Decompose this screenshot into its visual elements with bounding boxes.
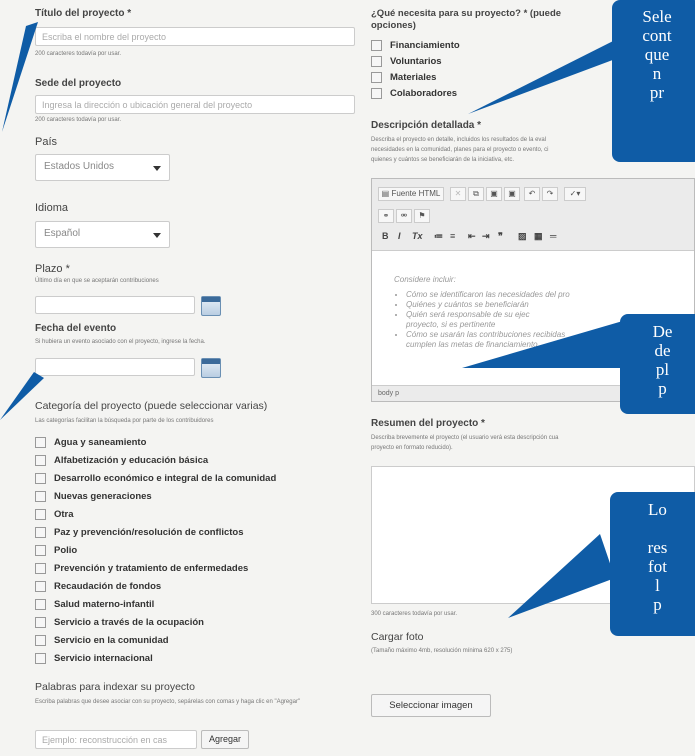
left-top-pointer (2, 22, 38, 132)
bottom-callout-pointer (508, 534, 615, 618)
callout-line: p (653, 595, 662, 614)
callout-line: pl (655, 360, 670, 379)
callout-text: Sele cont que n pr (612, 7, 695, 102)
callout-line: pr (649, 83, 665, 102)
callout-line: n (652, 64, 662, 83)
callout-line: que (644, 45, 670, 64)
bottom-callout: Lo res fot l p (610, 492, 695, 636)
callout-line: De (652, 322, 673, 341)
callout-line: res (647, 538, 668, 557)
callout-text: De de pl p (620, 322, 695, 398)
callout-line: fot (648, 557, 667, 576)
callout-text: Lo res fot l p (610, 500, 695, 614)
callout-line (610, 519, 695, 538)
callout-line: Sele (642, 7, 672, 26)
callout-line: de (654, 341, 671, 360)
callout-line: p (658, 379, 667, 398)
middle-callout: De de pl p (620, 314, 695, 414)
top-callout: Sele cont que n pr (612, 0, 695, 162)
callout-line: Lo (648, 500, 667, 519)
callout-pointers (0, 20, 655, 618)
left-bottom-pointer (0, 372, 44, 420)
callout-line: cont (642, 26, 672, 45)
middle-callout-pointer (462, 316, 640, 368)
callout-line: l (655, 576, 660, 595)
